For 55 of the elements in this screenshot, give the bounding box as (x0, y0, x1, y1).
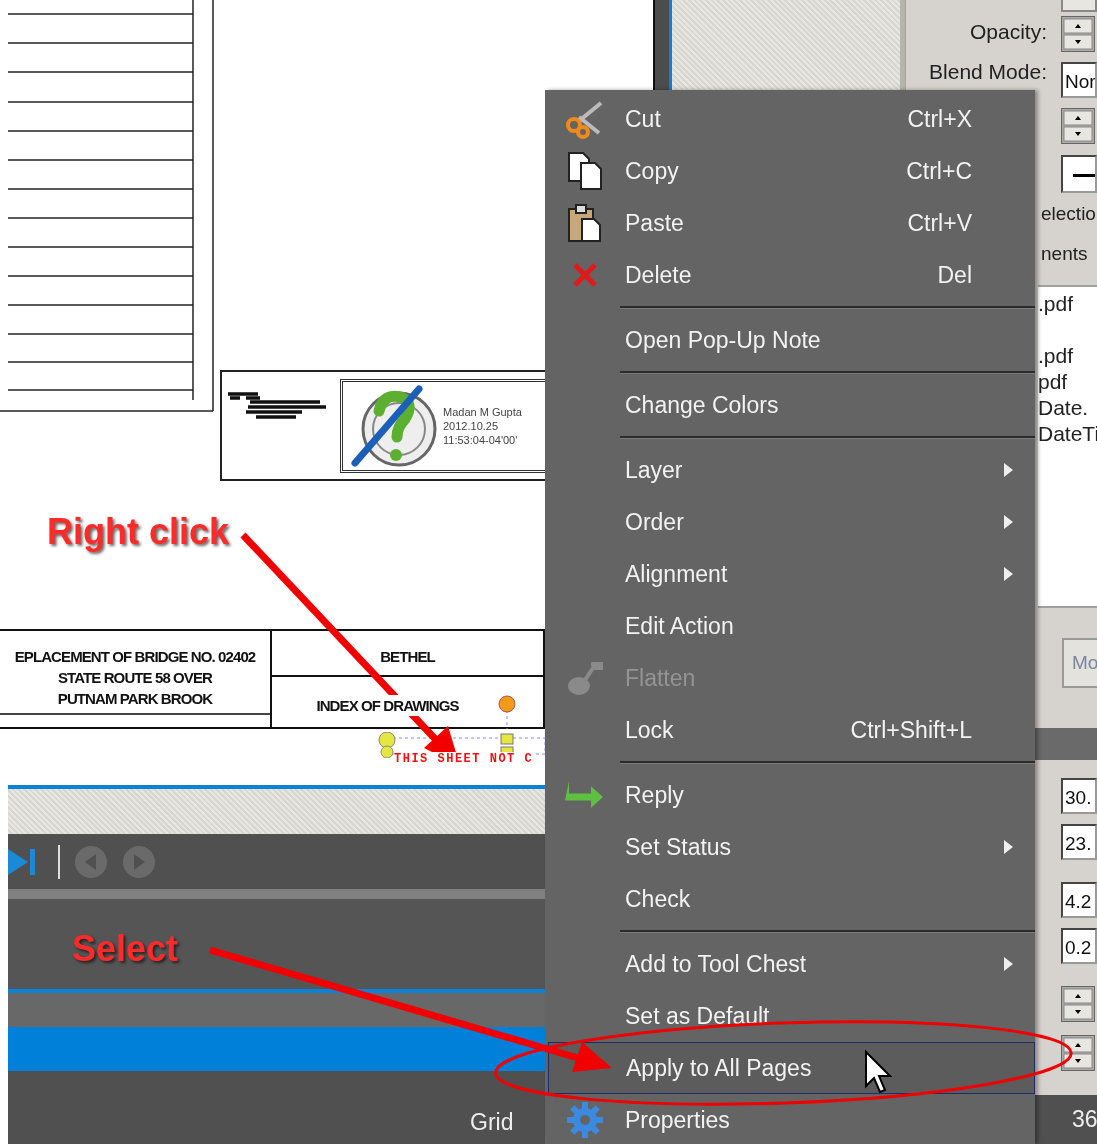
delete-icon (572, 262, 598, 288)
menu-item[interactable]: Copy Ctrl+C (545, 145, 1035, 197)
list-item[interactable]: .pdf (1038, 291, 1097, 317)
spin-button[interactable] (1061, 16, 1095, 52)
list-item[interactable]: DateTi (1038, 421, 1097, 447)
annotation-text: Select (72, 928, 179, 970)
input-field[interactable]: Nor (1061, 62, 1097, 98)
copy-icon (566, 151, 604, 191)
file-list[interactable]: .pdf .pdf pdf Date. DateTi (1038, 285, 1097, 608)
spin-button[interactable] (1061, 1035, 1095, 1071)
scissors-icon (565, 99, 605, 139)
clipboard-icon (566, 203, 604, 243)
grid-label[interactable]: Grid (470, 1109, 514, 1136)
rotation-handle[interactable] (497, 694, 517, 729)
spin-button[interactable] (1061, 108, 1095, 144)
drawing-title: INDEX OF DRAWINGS (316, 694, 459, 716)
signature-text: 2012.10.25 (443, 418, 500, 433)
panel-button[interactable]: Mo (1062, 638, 1097, 688)
spin-button[interactable] (1061, 986, 1095, 1022)
list-item[interactable]: Date. (1038, 395, 1097, 421)
panel-text: electio (1040, 203, 1096, 226)
signature-text: 11:53:04-04'00' (443, 432, 519, 447)
menu-item[interactable]: Alignment (545, 548, 1035, 600)
menu-item[interactable]: Apply to All Pages (548, 1042, 1035, 1094)
menu-item[interactable]: Cut Ctrl+X (545, 93, 1035, 145)
field-label: Blend Mode: (929, 60, 1047, 84)
stamp-text[interactable]: THIS SHEET NOT C (394, 752, 534, 766)
menu-item[interactable]: Set as Default (545, 990, 1035, 1042)
menu-item[interactable]: Check (545, 873, 1035, 925)
menu-item[interactable]: Reply (545, 769, 1035, 821)
menu-item[interactable]: Lock Ctrl+Shift+L (545, 704, 1035, 756)
input-field[interactable]: 23. (1061, 824, 1097, 860)
gear-icon (566, 1101, 604, 1139)
input-field[interactable]: 30. (1061, 778, 1097, 814)
menu-item[interactable]: Set Status (545, 821, 1035, 873)
menu-item[interactable]: Delete Del (545, 249, 1035, 301)
input-field[interactable]: 4.2 (1061, 882, 1097, 918)
menu-item[interactable]: Properties (545, 1094, 1035, 1144)
line-style-field[interactable] (1061, 155, 1097, 193)
footer-text: 36 (1072, 1106, 1097, 1133)
list-item[interactable]: .pdf (1038, 343, 1097, 369)
menu-item[interactable]: Open Pop-Up Note (545, 314, 1035, 366)
last-page-icon[interactable] (8, 846, 36, 877)
annotation-text: Right click (47, 511, 230, 553)
input-field[interactable]: 0.2 (1061, 928, 1097, 964)
menu-item[interactable]: Edit Action (545, 600, 1035, 652)
menu-item[interactable]: Order (545, 496, 1035, 548)
mouse-cursor-icon (865, 1049, 893, 1094)
signature-text: Madan M Gupta (443, 404, 522, 419)
panel-text: nents (1040, 243, 1088, 266)
menu-item[interactable]: Paste Ctrl+V (545, 197, 1035, 249)
list-item[interactable]: pdf (1038, 369, 1097, 395)
field-label: Opacity: (969, 20, 1047, 44)
panel-tab[interactable] (1061, 0, 1097, 12)
menu-item[interactable]: Add to Tool Chest (545, 938, 1035, 990)
